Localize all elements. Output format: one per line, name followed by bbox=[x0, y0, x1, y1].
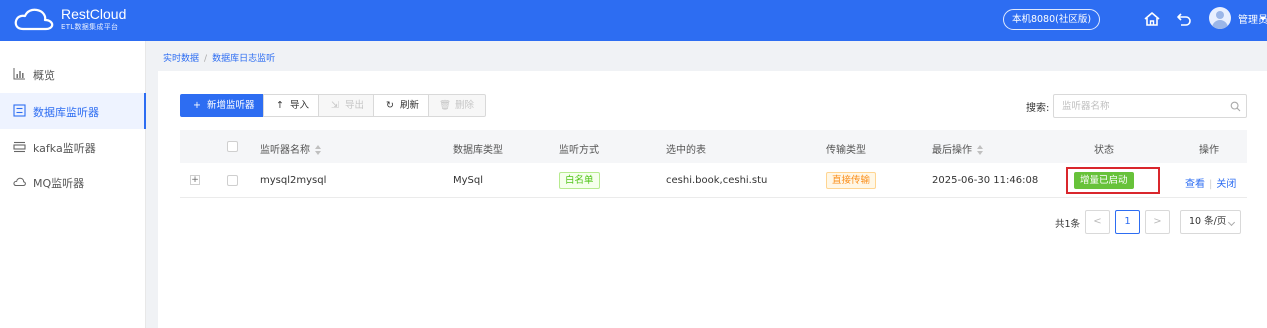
breadcrumb-separator: / bbox=[204, 54, 208, 64]
listener-name: mysql2mysql bbox=[260, 175, 327, 186]
breadcrumb-current: 数据库日志监听 bbox=[212, 54, 276, 64]
sidebar-item-label: 数据库监听器 bbox=[33, 106, 99, 119]
sort-icon[interactable] bbox=[314, 145, 322, 155]
page-size-select[interactable]: 10 条/页 bbox=[1180, 210, 1241, 234]
header-last-op[interactable]: 最后操作 bbox=[932, 141, 984, 156]
row-checkbox[interactable] bbox=[227, 175, 238, 186]
expand-row-button[interactable]: + bbox=[190, 175, 200, 185]
selected-tables: ceshi.book,ceshi.stu bbox=[666, 175, 768, 186]
sidebar-item-label: kafka监听器 bbox=[33, 142, 96, 155]
export-icon: ⇲ bbox=[331, 100, 339, 111]
last-operation-time: 2025-06-30 11:46:08 bbox=[932, 175, 1039, 186]
search-input[interactable] bbox=[1062, 99, 1222, 113]
chevron-down-icon bbox=[1227, 218, 1236, 227]
sort-icon[interactable] bbox=[976, 145, 984, 155]
breadcrumb-root[interactable]: 实时数据 bbox=[163, 54, 199, 64]
select-all-checkbox[interactable] bbox=[227, 141, 238, 152]
home-icon[interactable] bbox=[1143, 10, 1161, 28]
header-actions: 操作 bbox=[1199, 145, 1219, 156]
trash-icon: 🗑 bbox=[439, 100, 452, 111]
close-link[interactable]: 关闭 bbox=[1216, 179, 1236, 190]
prev-page-button[interactable]: < bbox=[1085, 210, 1110, 234]
header-db-type: 数据库类型 bbox=[453, 145, 503, 156]
sidebar-item-mq-listener[interactable]: MQ监听器 bbox=[0, 164, 146, 200]
next-page-button[interactable]: > bbox=[1145, 210, 1170, 234]
sidebar-item-overview[interactable]: 概览 bbox=[0, 56, 146, 92]
add-listener-button[interactable]: + 新增监听器 bbox=[180, 94, 264, 117]
header-tables: 选中的表 bbox=[666, 145, 706, 156]
arrow-up-icon: ↑ bbox=[276, 100, 284, 111]
total-count: 共1条 bbox=[1055, 219, 1081, 230]
header-name[interactable]: 监听器名称 bbox=[260, 141, 322, 156]
brand-subtitle: ETL数据集成平台 bbox=[61, 23, 119, 31]
avatar[interactable] bbox=[1209, 7, 1231, 29]
caret-down-icon[interactable] bbox=[1260, 17, 1266, 21]
listen-mode-tag: 白名单 bbox=[559, 172, 600, 189]
sidebar-item-kafka-listener[interactable]: kafka监听器 bbox=[0, 129, 146, 165]
header-status: 状态 bbox=[1094, 145, 1114, 156]
cloud-logo-icon bbox=[14, 8, 54, 31]
export-button[interactable]: ⇲ 导出 bbox=[318, 94, 374, 117]
back-icon[interactable] bbox=[1175, 10, 1193, 28]
server-selector[interactable]: 本机8080(社区版) bbox=[1003, 9, 1100, 30]
search-icon[interactable] bbox=[1230, 101, 1241, 112]
plus-icon: + bbox=[193, 100, 201, 111]
cloud-icon bbox=[13, 177, 26, 186]
import-button[interactable]: ↑ 导入 bbox=[263, 94, 319, 117]
db-type: MySql bbox=[453, 175, 484, 186]
sidebar-item-label: 概览 bbox=[33, 69, 55, 82]
breadcrumb: 实时数据 / 数据库日志监听 bbox=[163, 51, 275, 64]
stack-icon bbox=[13, 141, 26, 153]
refresh-icon: ↻ bbox=[386, 100, 394, 111]
row-actions: 查看 | 关闭 bbox=[1185, 175, 1236, 190]
delete-button[interactable]: 🗑 删除 bbox=[428, 94, 486, 117]
transfer-type-tag: 直接传输 bbox=[826, 172, 877, 189]
search-label: 搜索: bbox=[1026, 103, 1050, 114]
action-separator: | bbox=[1209, 179, 1213, 190]
header-listen-mode: 监听方式 bbox=[559, 145, 599, 156]
sidebar: 概览 数据库监听器 kafka监听器 MQ监听器 bbox=[0, 41, 146, 328]
status-highlight-box bbox=[1066, 167, 1160, 194]
brand-name: RestCloud bbox=[61, 6, 127, 22]
table-header: 监听器名称 数据库类型 监听方式 选中的表 传输类型 最后操作 状态 操作 bbox=[180, 130, 1247, 163]
chart-icon bbox=[13, 68, 25, 80]
top-bar: RestCloud ETL数据集成平台 本机8080(社区版) 管理员 bbox=[0, 0, 1267, 41]
view-link[interactable]: 查看 bbox=[1185, 179, 1205, 190]
logo[interactable]: RestCloud ETL数据集成平台 bbox=[14, 6, 154, 34]
list-icon bbox=[13, 104, 26, 117]
sidebar-item-label: MQ监听器 bbox=[33, 177, 85, 190]
page-1-button[interactable]: 1 bbox=[1115, 210, 1140, 234]
header-transfer-type: 传输类型 bbox=[826, 145, 866, 156]
refresh-button[interactable]: ↻ 刷新 bbox=[373, 94, 429, 117]
sidebar-item-db-listener[interactable]: 数据库监听器 bbox=[0, 93, 146, 129]
search-box[interactable] bbox=[1053, 94, 1247, 118]
